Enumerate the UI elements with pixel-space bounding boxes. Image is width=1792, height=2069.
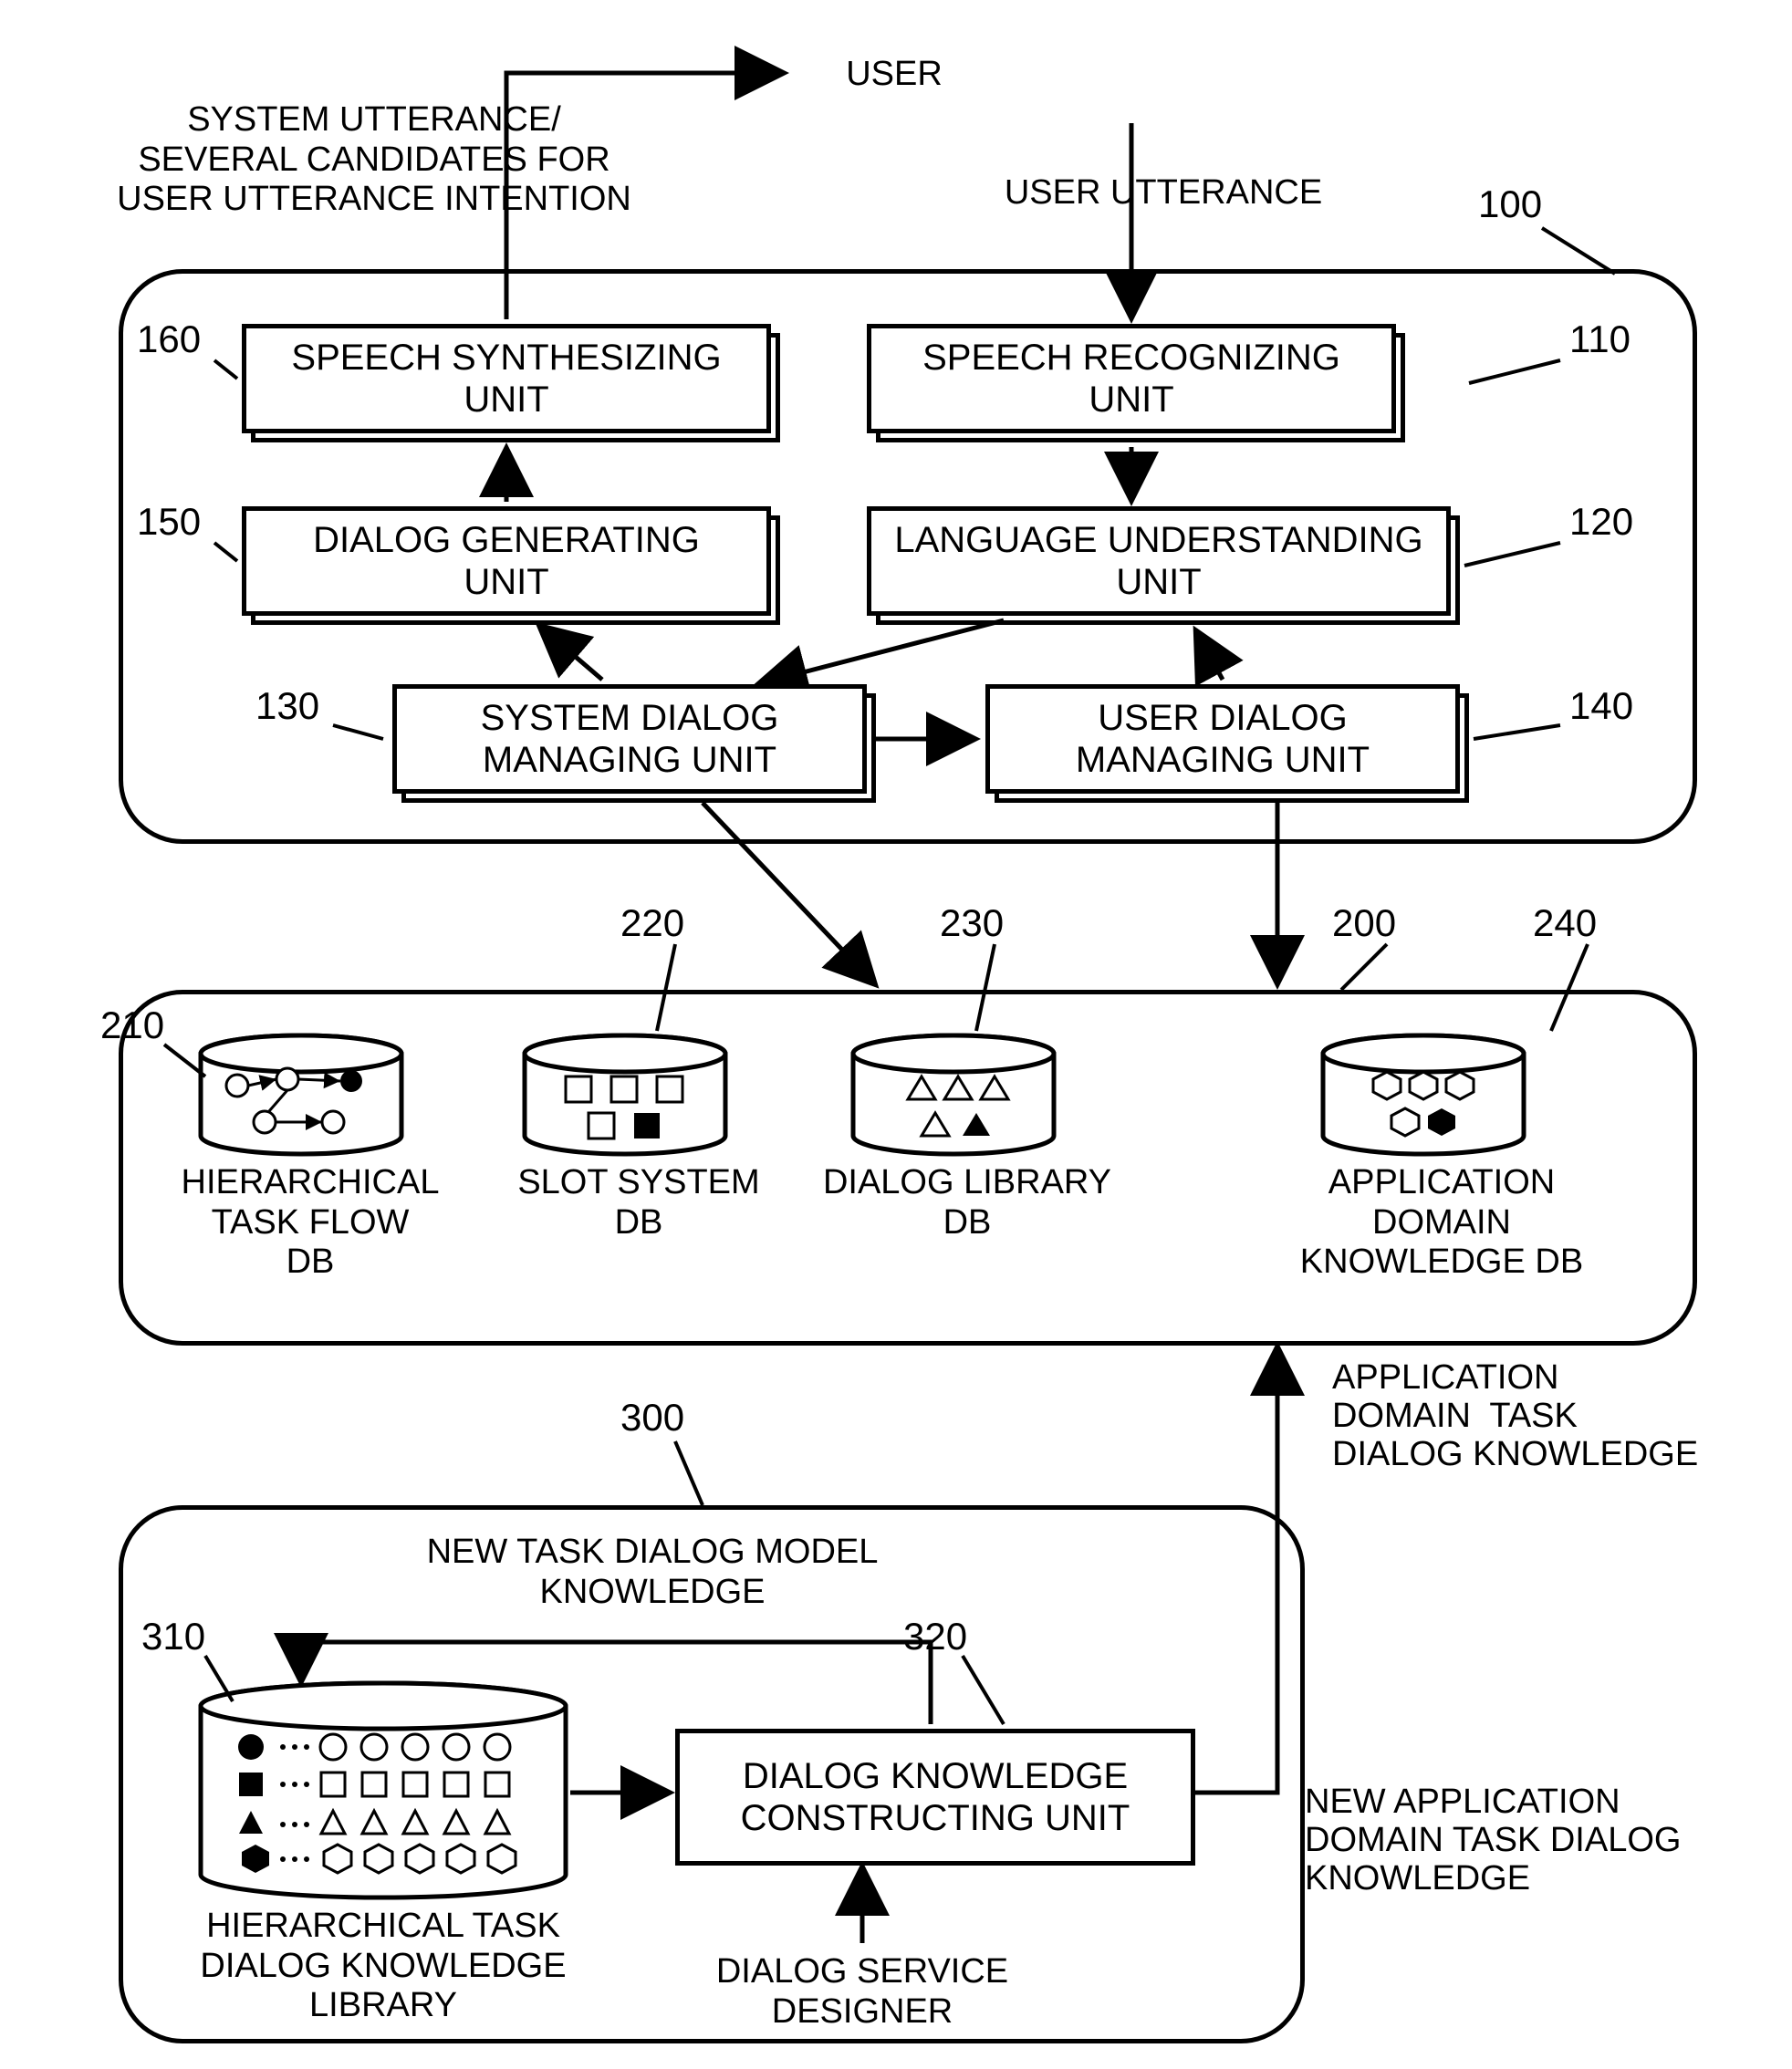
ref-240: 240 <box>1533 901 1597 945</box>
ref-110: 110 <box>1569 317 1631 361</box>
user-label: USER <box>757 55 1031 95</box>
ref-200: 200 <box>1332 901 1396 945</box>
ref-300: 300 <box>620 1396 684 1440</box>
ref-220: 220 <box>620 901 684 945</box>
ref-320: 320 <box>903 1615 967 1658</box>
dialog-generating-unit: DIALOG GENERATING UNIT <box>242 506 771 616</box>
library-310-label: HIERARCHICAL TASK DIALOG KNOWLEDGE LIBRA… <box>178 1907 589 2026</box>
ref-120: 120 <box>1569 500 1633 544</box>
diagram-stage: USER SYSTEM UTTERANCE/ SEVERAL CANDIDATE… <box>0 0 1792 2069</box>
app-domain-task-knowledge-label: APPLICATION DOMAIN TASK DIALOG KNOWLEDGE <box>1332 1359 1698 1473</box>
dialog-knowledge-constructing-unit: DIALOG KNOWLEDGE CONSTRUCTING UNIT <box>675 1729 1195 1866</box>
db-210-label: HIERARCHICAL TASK FLOW DB <box>164 1163 456 1283</box>
ref-230: 230 <box>940 901 1004 945</box>
db-230-label: DIALOG LIBRARY DB <box>821 1163 1113 1242</box>
db-240-label: APPLICATION DOMAIN KNOWLEDGE DB <box>1277 1163 1606 1283</box>
speech-recognizing-unit: SPEECH RECOGNIZING UNIT <box>867 324 1396 433</box>
ref-130: 130 <box>255 684 319 728</box>
ref-150: 150 <box>137 500 201 544</box>
ref-140: 140 <box>1569 684 1633 728</box>
ref-100: 100 <box>1478 182 1542 226</box>
user-dialog-managing-unit: USER DIALOG MANAGING UNIT <box>985 684 1460 794</box>
system-dialog-managing-unit: SYSTEM DIALOG MANAGING UNIT <box>392 684 867 794</box>
new-task-model-label: NEW TASK DIALOG MODEL KNOWLEDGE <box>356 1533 949 1612</box>
dialog-service-designer-label: DIALOG SERVICE DESIGNER <box>680 1952 1045 2032</box>
user-utterance-label: USER UTTERANCE <box>958 173 1369 213</box>
db-220-label: SLOT SYSTEM DB <box>493 1163 785 1242</box>
system-utterance-label: SYSTEM UTTERANCE/ SEVERAL CANDIDATES FOR… <box>55 100 693 220</box>
speech-synthesizing-unit: SPEECH SYNTHESIZING UNIT <box>242 324 771 433</box>
ref-310: 310 <box>141 1615 205 1658</box>
new-app-domain-task-knowledge-label: NEW APPLICATION DOMAIN TASK DIALOG KNOWL… <box>1305 1783 1681 1897</box>
ref-160: 160 <box>137 317 201 361</box>
ref-210: 210 <box>100 1003 164 1047</box>
language-understanding-unit: LANGUAGE UNDERSTANDING UNIT <box>867 506 1451 616</box>
